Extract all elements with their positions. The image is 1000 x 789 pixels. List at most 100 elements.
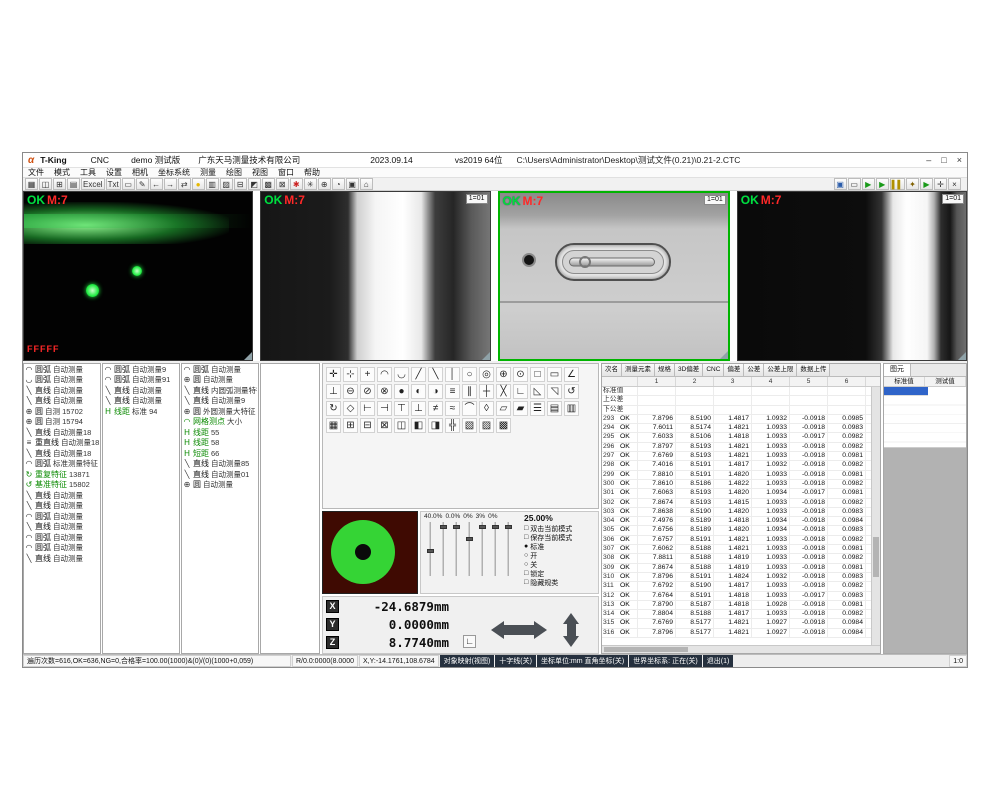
tool-icon[interactable]: ⊙ xyxy=(513,367,528,382)
slider-thumb[interactable] xyxy=(466,537,473,541)
tool-icon[interactable]: ⊗ xyxy=(377,384,392,399)
menu-item[interactable]: 视图 xyxy=(247,168,273,178)
light-slider[interactable] xyxy=(466,522,473,576)
resize-grip[interactable] xyxy=(958,352,966,360)
tool-icon[interactable]: ↺ xyxy=(564,384,579,399)
list-item[interactable]: H 线距 58 xyxy=(182,438,258,449)
tool-icon[interactable]: ∥ xyxy=(462,384,477,399)
element-panel-tab[interactable]: 图元 xyxy=(884,364,911,376)
menu-item[interactable]: 工具 xyxy=(75,168,101,178)
toolbar-icon[interactable]: ✦ xyxy=(906,178,919,190)
table-row[interactable]: 311OK 7.6792 8.5190 1.4817 1.0933 -0.091… xyxy=(602,582,880,591)
table-row[interactable]: 300OK 7.8610 8.5186 1.4822 1.0933 -0.091… xyxy=(602,480,880,489)
toolbar-icon[interactable]: ✛ xyxy=(934,178,947,190)
tool-icon[interactable]: ╬ xyxy=(445,418,460,433)
resize-grip[interactable] xyxy=(482,352,490,360)
list-item[interactable]: ⊕ 圆 自动测量 xyxy=(182,375,258,386)
column-header[interactable]: 3 xyxy=(714,377,752,386)
table-row[interactable]: 302OK 7.8674 8.5193 1.4815 1.0933 -0.091… xyxy=(602,499,880,508)
table-row[interactable]: 309OK 7.8674 8.5188 1.4819 1.0933 -0.091… xyxy=(602,564,880,573)
list-item[interactable]: ◠ 圆弧 自动测量 xyxy=(24,543,100,554)
toolbar-icon[interactable]: × xyxy=(948,178,961,190)
toolbar-icon[interactable]: ▣ xyxy=(346,178,359,190)
list-item[interactable]: ↻ 重复特征 13871 xyxy=(24,469,100,480)
toolbar-icon[interactable]: Txt xyxy=(106,178,121,190)
resize-grip[interactable] xyxy=(244,352,252,360)
tool-icon[interactable]: ◹ xyxy=(547,384,562,399)
list-item[interactable]: ╲ 直线 自动测量 xyxy=(103,396,179,407)
tool-icon[interactable]: ↻ xyxy=(326,401,341,416)
column-header[interactable]: 4 xyxy=(752,377,790,386)
tool-icon[interactable]: ◎ xyxy=(479,367,494,382)
list-item[interactable]: ⊕ 圆 外圆测量大特征 xyxy=(182,406,258,417)
column-header[interactable]: 6 xyxy=(828,377,866,386)
status-toggle[interactable]: 退出(1) xyxy=(703,655,734,667)
toolbar-icon[interactable]: ▶ xyxy=(920,178,933,190)
table-row[interactable]: 313OK 7.8790 8.5187 1.4818 1.0928 -0.091… xyxy=(602,601,880,610)
status-toggle[interactable]: 世界坐标系: 正在(关) xyxy=(629,655,702,667)
jog-horizontal-arrow[interactable] xyxy=(491,621,547,639)
light-slider[interactable] xyxy=(492,522,499,576)
list-item[interactable]: H 线距 标准 94 xyxy=(103,406,179,417)
light-slider[interactable] xyxy=(453,522,460,576)
table-tab[interactable]: 公差 xyxy=(744,364,764,376)
list-item[interactable]: H 短距 66 xyxy=(182,448,258,459)
list-item[interactable]: ╲ 直线 内圆弧测量特征 xyxy=(182,385,258,396)
tool-icon[interactable]: ⊖ xyxy=(343,384,358,399)
ring-light-preview[interactable] xyxy=(322,511,418,594)
tool-icon[interactable]: ▦ xyxy=(326,418,341,433)
tool-icon[interactable]: ▧ xyxy=(462,418,477,433)
light-slider[interactable] xyxy=(479,522,486,576)
table-tab[interactable]: 数据上传 xyxy=(797,364,830,376)
toolbar-icon[interactable]: ✳ xyxy=(304,178,317,190)
list-item[interactable]: ⊕ 圆 自动测量 xyxy=(182,480,258,491)
list-item[interactable]: H 线距 55 xyxy=(182,427,258,438)
light-option[interactable]: □ 隐藏规类 xyxy=(524,578,595,587)
toolbar-icon[interactable]: ▶ xyxy=(876,178,889,190)
tool-icon[interactable]: + xyxy=(360,367,375,382)
list-item[interactable]: ╲ 直线 自动测量 xyxy=(24,396,100,407)
list-item[interactable]: ↺ 基准特征 15802 xyxy=(24,480,100,491)
tool-icon[interactable]: ⌒ xyxy=(462,401,477,416)
list-item[interactable]: ◠ 圆弧 自动测量91 xyxy=(103,375,179,386)
light-slider[interactable] xyxy=(440,522,447,576)
tool-icon[interactable]: ⊣ xyxy=(377,401,392,416)
list-item[interactable]: ≡ 重直线 自动测量18 xyxy=(24,438,100,449)
list-item[interactable]: ◠ 圆弧 自动测量 xyxy=(24,364,100,375)
list-item[interactable]: ╲ 直线 自动测量 xyxy=(24,553,100,564)
camera-view-3-selected[interactable]: OKM:7 1=01 xyxy=(498,191,730,361)
tool-icon[interactable]: ⊤ xyxy=(394,401,409,416)
tool-icon[interactable]: □ xyxy=(530,367,545,382)
tool-icon[interactable]: ┼ xyxy=(479,384,494,399)
tool-icon[interactable]: │ xyxy=(445,367,460,382)
tool-icon[interactable]: ╱ xyxy=(411,367,426,382)
toolbar-icon[interactable]: ▌▌ xyxy=(890,178,905,190)
maximize-button[interactable]: □ xyxy=(941,155,946,165)
list-item[interactable]: ⊕ 圆 自测 15794 xyxy=(24,417,100,428)
toolbar-icon[interactable]: ⌂ xyxy=(360,178,373,190)
table-tab[interactable]: 偏差 xyxy=(724,364,744,376)
toolbar-icon[interactable]: ⊠ xyxy=(276,178,289,190)
light-option[interactable]: □ 双击当前模式 xyxy=(524,524,595,533)
tool-icon[interactable]: ▰ xyxy=(513,401,528,416)
table-row[interactable]: 294OK 7.6011 8.5174 1.4821 1.0933 -0.091… xyxy=(602,424,880,433)
list-item[interactable]: ◠ 圆弧 自动测量9 xyxy=(103,364,179,375)
list-item[interactable]: ╲ 直线 自动测量9 xyxy=(182,396,258,407)
toolbar-icon[interactable]: ▣ xyxy=(834,178,847,190)
list-item[interactable]: ╲ 直线 自动测量18 xyxy=(24,448,100,459)
toolbar-icon[interactable]: ● xyxy=(192,178,205,190)
list-item[interactable]: ◠ 网格测点 大小 xyxy=(182,417,258,428)
menu-item[interactable]: 模式 xyxy=(49,168,75,178)
tool-icon[interactable]: ● xyxy=(394,384,409,399)
list-item[interactable]: ◠ 圆弧 自动测量 xyxy=(24,511,100,522)
tool-icon[interactable]: ⊹ xyxy=(343,367,358,382)
toolbar-icon[interactable]: ▩ xyxy=(262,178,275,190)
slider-thumb[interactable] xyxy=(440,525,447,529)
resize-grip[interactable] xyxy=(720,351,728,359)
tool-icon[interactable]: ◺ xyxy=(530,384,545,399)
list-item[interactable]: ◠ 圆弧 自动测量 xyxy=(182,364,258,375)
toolbar-icon[interactable]: ⊟ xyxy=(234,178,247,190)
tool-icon[interactable]: ▥ xyxy=(564,401,579,416)
toolbar-icon[interactable]: ◫ xyxy=(39,178,52,190)
list-item[interactable]: ◠ 圆弧 标准测量特征 xyxy=(24,459,100,470)
